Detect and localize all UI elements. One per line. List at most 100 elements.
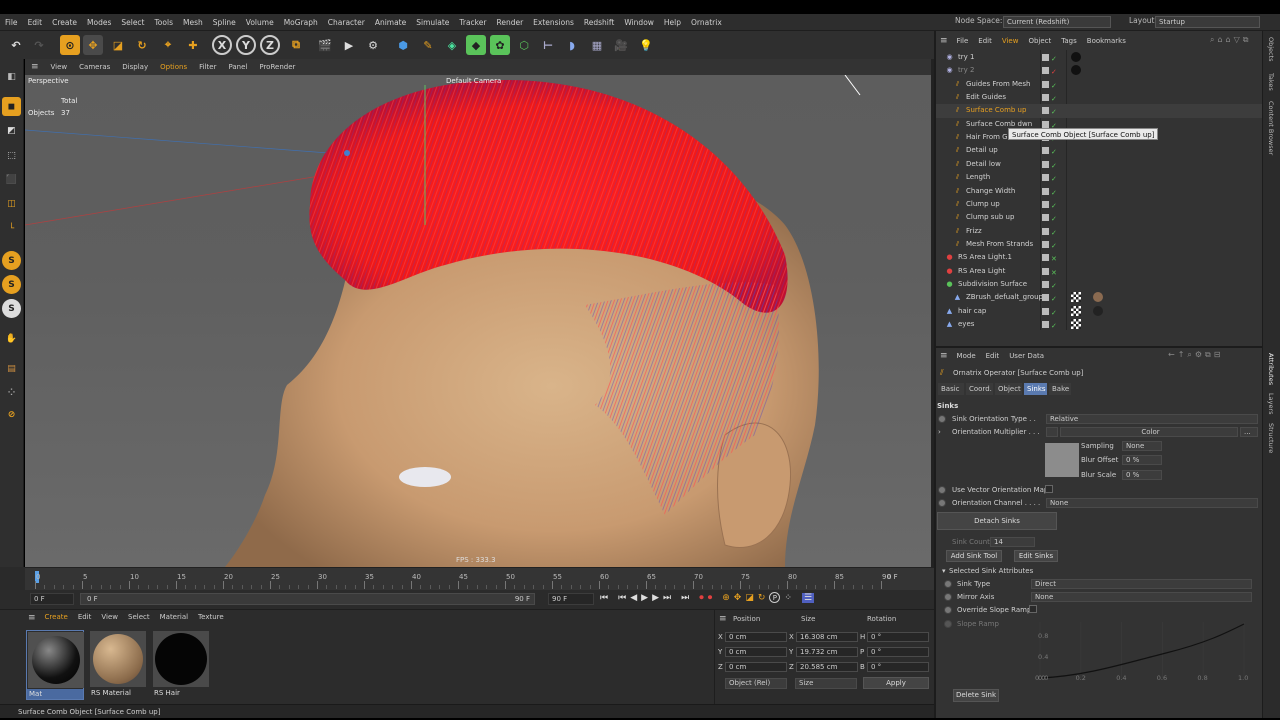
orientation-channel-select[interactable]: None <box>1046 498 1258 508</box>
scale-icon[interactable]: ◪ <box>108 35 128 55</box>
visibility-flags[interactable]: ✓ <box>1042 66 1062 76</box>
side-tab-attributes[interactable]: Attributes <box>1267 353 1275 385</box>
visibility-flags[interactable]: ✓ <box>1042 307 1062 317</box>
timeline-ruler[interactable]: 0 F 0 5 10 15 20 25 30 35 40 45 50 55 60 65 70 75 80 85 90 <box>25 567 934 590</box>
goto-end-icon[interactable]: ⏭ <box>681 593 689 603</box>
om-menu-tags[interactable]: Tags <box>1056 34 1082 48</box>
snap-tool-3[interactable]: S <box>2 299 21 318</box>
blur-scale-field[interactable]: 0 % <box>1122 470 1162 480</box>
tab-bake[interactable]: Bake <box>1049 383 1071 395</box>
redo-icon[interactable]: ↷ <box>29 35 49 55</box>
side-tab-content-browser[interactable]: Content Browser <box>1267 101 1275 155</box>
model-mode-icon[interactable]: ◼ <box>2 97 21 116</box>
viewport-3d[interactable]: Perspective Default Camera Total Objects… <box>25 75 931 567</box>
visibility-flags[interactable]: ✓ <box>1042 293 1062 303</box>
coord-mode-select[interactable]: Object (Rel) <box>725 678 787 689</box>
grid-tool-icon[interactable]: ▤ <box>2 359 21 378</box>
key-rotation-icon[interactable]: ↻ <box>758 593 766 603</box>
visibility-flags[interactable]: ✓ <box>1042 146 1062 156</box>
coord-size-select[interactable]: Size <box>795 678 857 689</box>
am-nav-icons[interactable]: ←↑⌕⚙⧉⊟ <box>1168 350 1223 360</box>
sampling-select[interactable]: None <box>1122 441 1162 451</box>
tab-object[interactable]: Object <box>995 383 1022 395</box>
object-row[interactable]: ● RS Area Light ✕ <box>936 265 1262 278</box>
rotation-field[interactable]: 0 ° <box>867 662 929 672</box>
use-vector-map-checkbox[interactable] <box>1045 485 1053 493</box>
visibility-flags[interactable]: ✓ <box>1042 200 1062 210</box>
object-row[interactable]: ⫽ Frizz ✓ <box>936 225 1262 238</box>
render-icon[interactable]: ▶ <box>339 35 359 55</box>
visibility-flags[interactable]: ✓ <box>1042 213 1062 223</box>
edges-mode-icon[interactable]: ⬛ <box>2 170 21 189</box>
material-menu-select[interactable]: Select <box>123 610 155 625</box>
visibility-flags[interactable]: ✕ <box>1042 267 1062 277</box>
edit-sinks-button[interactable]: Edit Sinks <box>1014 550 1058 562</box>
orientation-multiplier-dropdown[interactable] <box>1046 427 1058 437</box>
extra-tool-icon[interactable]: ⊘ <box>2 405 21 424</box>
position-field[interactable]: 0 cm <box>725 647 787 657</box>
viewport-menu-panel[interactable]: Panel <box>222 59 253 75</box>
menu-edit[interactable]: Edit <box>23 14 48 31</box>
add-tool-icon[interactable]: ✚ <box>183 35 203 55</box>
om-menu-file[interactable]: File <box>952 34 974 48</box>
object-row[interactable]: ⫽ Detail up ✓ <box>936 144 1262 157</box>
polygons-mode-icon[interactable]: ◫ <box>2 194 21 213</box>
material-swatch-mat[interactable]: Mat <box>26 630 84 700</box>
start-frame-field[interactable]: 0 F <box>30 593 74 605</box>
color-button[interactable]: Color <box>1060 427 1238 437</box>
key-mode-icon[interactable]: ⊕ <box>722 593 730 603</box>
add-sink-tool-button[interactable]: Add Sink Tool <box>946 550 1002 562</box>
slope-ramp-graph[interactable] <box>1026 618 1256 688</box>
play-icon[interactable]: ▶ <box>641 593 648 603</box>
am-hamburger-icon[interactable]: ≡ <box>936 351 952 361</box>
menu-render[interactable]: Render <box>491 14 528 31</box>
visibility-flags[interactable]: ✓ <box>1042 320 1062 330</box>
delete-sink-button[interactable]: Delete Sink <box>953 689 999 702</box>
om-hamburger-icon[interactable]: ≡ <box>936 36 952 46</box>
rotation-field[interactable]: 0 ° <box>867 632 929 642</box>
position-field[interactable]: 0 cm <box>725 662 787 672</box>
material-hamburger-icon[interactable]: ≡ <box>0 613 40 623</box>
menu-help[interactable]: Help <box>659 14 686 31</box>
generator-icon[interactable]: ◈ <box>442 35 462 55</box>
am-menu-mode[interactable]: Mode <box>952 352 981 360</box>
menu-ornatrix[interactable]: Ornatrix <box>686 14 727 31</box>
color-swatch[interactable] <box>1045 443 1079 477</box>
material-tag-icon[interactable] <box>1093 305 1103 316</box>
anim-radio[interactable] <box>938 499 946 507</box>
menu-tracker[interactable]: Tracker <box>454 14 491 31</box>
node-space-select[interactable]: Current (Redshift) <box>1003 16 1111 28</box>
autokey-icon[interactable]: ⏺ <box>708 593 713 603</box>
tab-basic[interactable]: Basic <box>938 383 964 395</box>
visibility-flags[interactable]: ✓ <box>1042 173 1062 183</box>
tag-icon[interactable] <box>1071 319 1081 329</box>
tag-icon[interactable]: ◗ <box>562 35 582 55</box>
viewport-menu-display[interactable]: Display <box>116 59 154 75</box>
material-menu-edit[interactable]: Edit <box>73 610 97 625</box>
object-row[interactable]: ⫽ Clump sub up ✓ <box>936 211 1262 224</box>
undo-icon[interactable]: ↶ <box>6 35 26 55</box>
viewport-menu-cameras[interactable]: Cameras <box>73 59 116 75</box>
spline-icon[interactable]: ⊢ <box>538 35 558 55</box>
make-editable-icon[interactable]: ◧ <box>2 67 21 86</box>
material-swatch-rs-material[interactable]: RS Material <box>89 630 147 700</box>
menu-redshift[interactable]: Redshift <box>579 14 619 31</box>
menu-mograph[interactable]: MoGraph <box>279 14 323 31</box>
timeline-menu-icon[interactable]: ☰ <box>801 592 815 603</box>
menu-file[interactable]: File <box>0 14 23 31</box>
next-key-icon[interactable]: ⏭ <box>663 593 671 603</box>
menu-animate[interactable]: Animate <box>370 14 411 31</box>
object-row[interactable]: ⫽ Mesh From Strands ✓ <box>936 238 1262 251</box>
om-menu-view[interactable]: View <box>997 34 1024 48</box>
sink-type-select[interactable]: Direct <box>1031 579 1252 589</box>
menu-volume[interactable]: Volume <box>241 14 279 31</box>
object-row[interactable]: ▲ ZBrush_defualt_group ✓ <box>936 291 1262 304</box>
size-field[interactable]: 16.308 cm <box>796 632 858 642</box>
viewport-menu-prorender[interactable]: ProRender <box>253 59 301 75</box>
render-settings-icon[interactable]: ⚙ <box>363 35 383 55</box>
side-tab-objects[interactable]: Objects <box>1267 37 1275 62</box>
collapse-arrow-icon[interactable]: ▾ <box>942 567 946 575</box>
hand-tool-icon[interactable]: ✋ <box>2 329 21 348</box>
snap-tool-1[interactable]: S <box>2 251 21 270</box>
menu-simulate[interactable]: Simulate <box>411 14 454 31</box>
